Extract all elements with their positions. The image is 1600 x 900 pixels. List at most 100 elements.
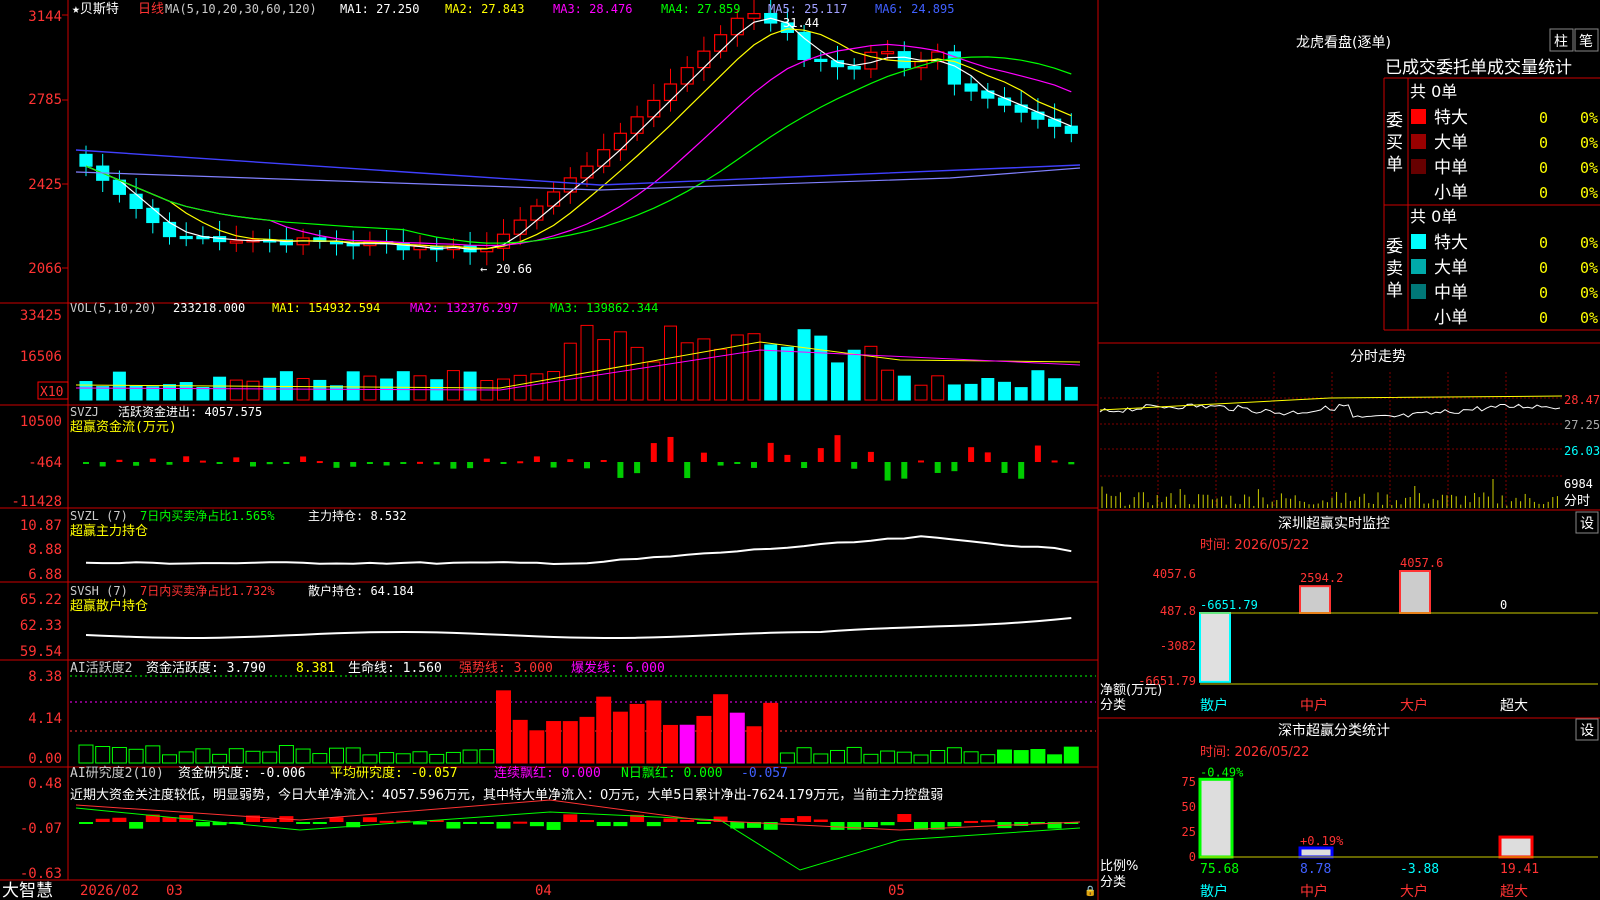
- vol-unit: X10: [40, 385, 63, 400]
- money-flow-bar: [867, 451, 874, 462]
- research-bar: [646, 822, 661, 827]
- research-bar: [680, 819, 695, 822]
- money-flow-bar: [1001, 462, 1008, 473]
- money-flow-bar: [233, 457, 240, 462]
- activity-bar: [863, 753, 879, 764]
- research-bar: [463, 822, 478, 824]
- volume-bar: [981, 378, 995, 401]
- money-flow-bar: [584, 462, 590, 469]
- ai-act-axis-tick: 4.14: [28, 711, 62, 727]
- vol-title: VOL(5,10,20): [70, 301, 157, 315]
- stock-name[interactable]: ★贝斯特: [72, 2, 119, 17]
- vol-ma-line: [75, 341, 1081, 389]
- monitor-bar: [1199, 612, 1231, 683]
- activity-bar: [329, 747, 344, 764]
- svsh-label2: 散户持仓: 64.184: [308, 583, 414, 598]
- ma1-line: [85, 17, 1072, 250]
- volume-bar: [797, 329, 811, 401]
- activity-bar: [713, 694, 729, 764]
- candle-body: [697, 50, 711, 69]
- brand-logo[interactable]: 大智慧: [2, 881, 53, 900]
- ai-res-axis-tick: -0.63: [20, 866, 62, 882]
- ma-title: MA(5,10,20,30,60,120): [165, 2, 317, 16]
- monitor-bar-label: 2594.2: [1300, 571, 1343, 585]
- date-axis-label: 2026/02: [80, 883, 139, 899]
- money-flow-bar: [734, 462, 741, 464]
- order-count: 0: [1539, 234, 1548, 252]
- candlestick-chart[interactable]: [79, 0, 1078, 266]
- activity-bar: [78, 744, 94, 764]
- lock-icon[interactable]: 🔒: [1084, 885, 1096, 897]
- candle-body: [713, 34, 728, 52]
- money-flow-bar: [333, 462, 340, 468]
- activity-bar: [796, 747, 812, 764]
- research-bar: [964, 820, 979, 823]
- ma5-value: MA5: 25.117: [768, 2, 847, 16]
- intraday-axis-tick: 26.03: [1564, 444, 1600, 458]
- order-pct: 0%: [1580, 184, 1598, 202]
- research-bar: [195, 822, 210, 827]
- research-bar: [863, 822, 878, 828]
- side-label-char: 卖: [1386, 259, 1403, 279]
- volume-bar: [279, 371, 293, 401]
- activity-bar: [162, 754, 177, 764]
- period-label[interactable]: 日线: [138, 2, 164, 17]
- order-pct: 0%: [1580, 259, 1598, 277]
- research-bar: [496, 822, 511, 829]
- activity-bar: [880, 750, 896, 764]
- order-pct: 0%: [1580, 284, 1598, 302]
- dragon-tabs[interactable]: 已成交委托单成交量统计: [1385, 58, 1572, 78]
- ai-res-axis-tick: -0.07: [20, 821, 62, 837]
- sz-monitor-title: 深圳超赢实时监控: [1278, 515, 1390, 532]
- volume-bar: [446, 370, 460, 401]
- money-flow-bar: [417, 461, 423, 464]
- ai-res-c: 连续飘红: 0.000: [494, 765, 601, 781]
- sz-monitor-ylabel: 净额(万元): [1100, 683, 1162, 698]
- candle-body: [997, 97, 1012, 106]
- vol-ma3: MA3: 139862.344: [550, 301, 658, 315]
- candle-body: [814, 58, 828, 62]
- money-flow-bar: [383, 462, 390, 466]
- sz-monitor-time: 时间: 2026/05/22: [1200, 538, 1309, 553]
- research-bar: [563, 814, 578, 822]
- activity-bar: [980, 754, 996, 764]
- order-count: 0: [1539, 259, 1548, 277]
- activity-bar: [646, 700, 662, 764]
- order-count: 0: [1539, 109, 1548, 127]
- panel-frames: [0, 0, 1600, 900]
- order-color-swatch: [1411, 159, 1426, 174]
- research-bar: [296, 822, 311, 824]
- ai-res-note: 近期大资金关注度较低，明显弱势，今日大单净流入：4057.596万元，其中特大单…: [70, 787, 943, 803]
- svsh-retail-holding-line[interactable]: [85, 617, 1072, 639]
- order-type: 大单: [1434, 133, 1468, 153]
- volume-bar: [730, 334, 744, 401]
- ai-research-bars[interactable]: [75, 799, 1081, 871]
- activity-bar: [946, 747, 962, 764]
- svzl-main-holding-line[interactable]: [85, 535, 1072, 566]
- terminal-canvas: -6651.79 2594.2 4057.6 0 75.68 -0.49% 8.78 +0.…: [0, 0, 1600, 900]
- money-flow-bar: [684, 462, 691, 479]
- ai-res-e: -0.057: [741, 766, 788, 781]
- svzj-axis-tick: 10500: [20, 414, 62, 430]
- sz-monitor-axis-tick: 4057.6: [1153, 567, 1196, 581]
- intraday-vol-label: 分时: [1564, 494, 1590, 509]
- svzl-axis-tick: 6.88: [28, 567, 62, 583]
- activity-bar: [512, 719, 528, 764]
- sz-class-cat: 中户: [1300, 883, 1328, 900]
- activity-bar: [663, 724, 678, 764]
- intraday-chart[interactable]: [1099, 372, 1563, 508]
- date-axis-label: 05: [888, 883, 905, 899]
- ai-activity-bars[interactable]: [70, 675, 1096, 764]
- sz-monitor-cat: 超大: [1500, 698, 1528, 714]
- monitor-bar: [1399, 570, 1431, 614]
- money-flow-bar: [1034, 445, 1041, 462]
- activity-bar: [546, 721, 562, 764]
- svzj-money-flow-bars[interactable]: [83, 435, 1075, 481]
- sz-class-cat: 超大: [1500, 884, 1528, 900]
- volume-chart[interactable]: [75, 324, 1081, 401]
- candle-body: [563, 177, 577, 193]
- sz-monitor-xlabel: 分类: [1100, 698, 1126, 713]
- money-flow-bar: [500, 462, 507, 464]
- high-price-mark: 31.44: [783, 16, 819, 30]
- money-flow-bar: [650, 443, 657, 462]
